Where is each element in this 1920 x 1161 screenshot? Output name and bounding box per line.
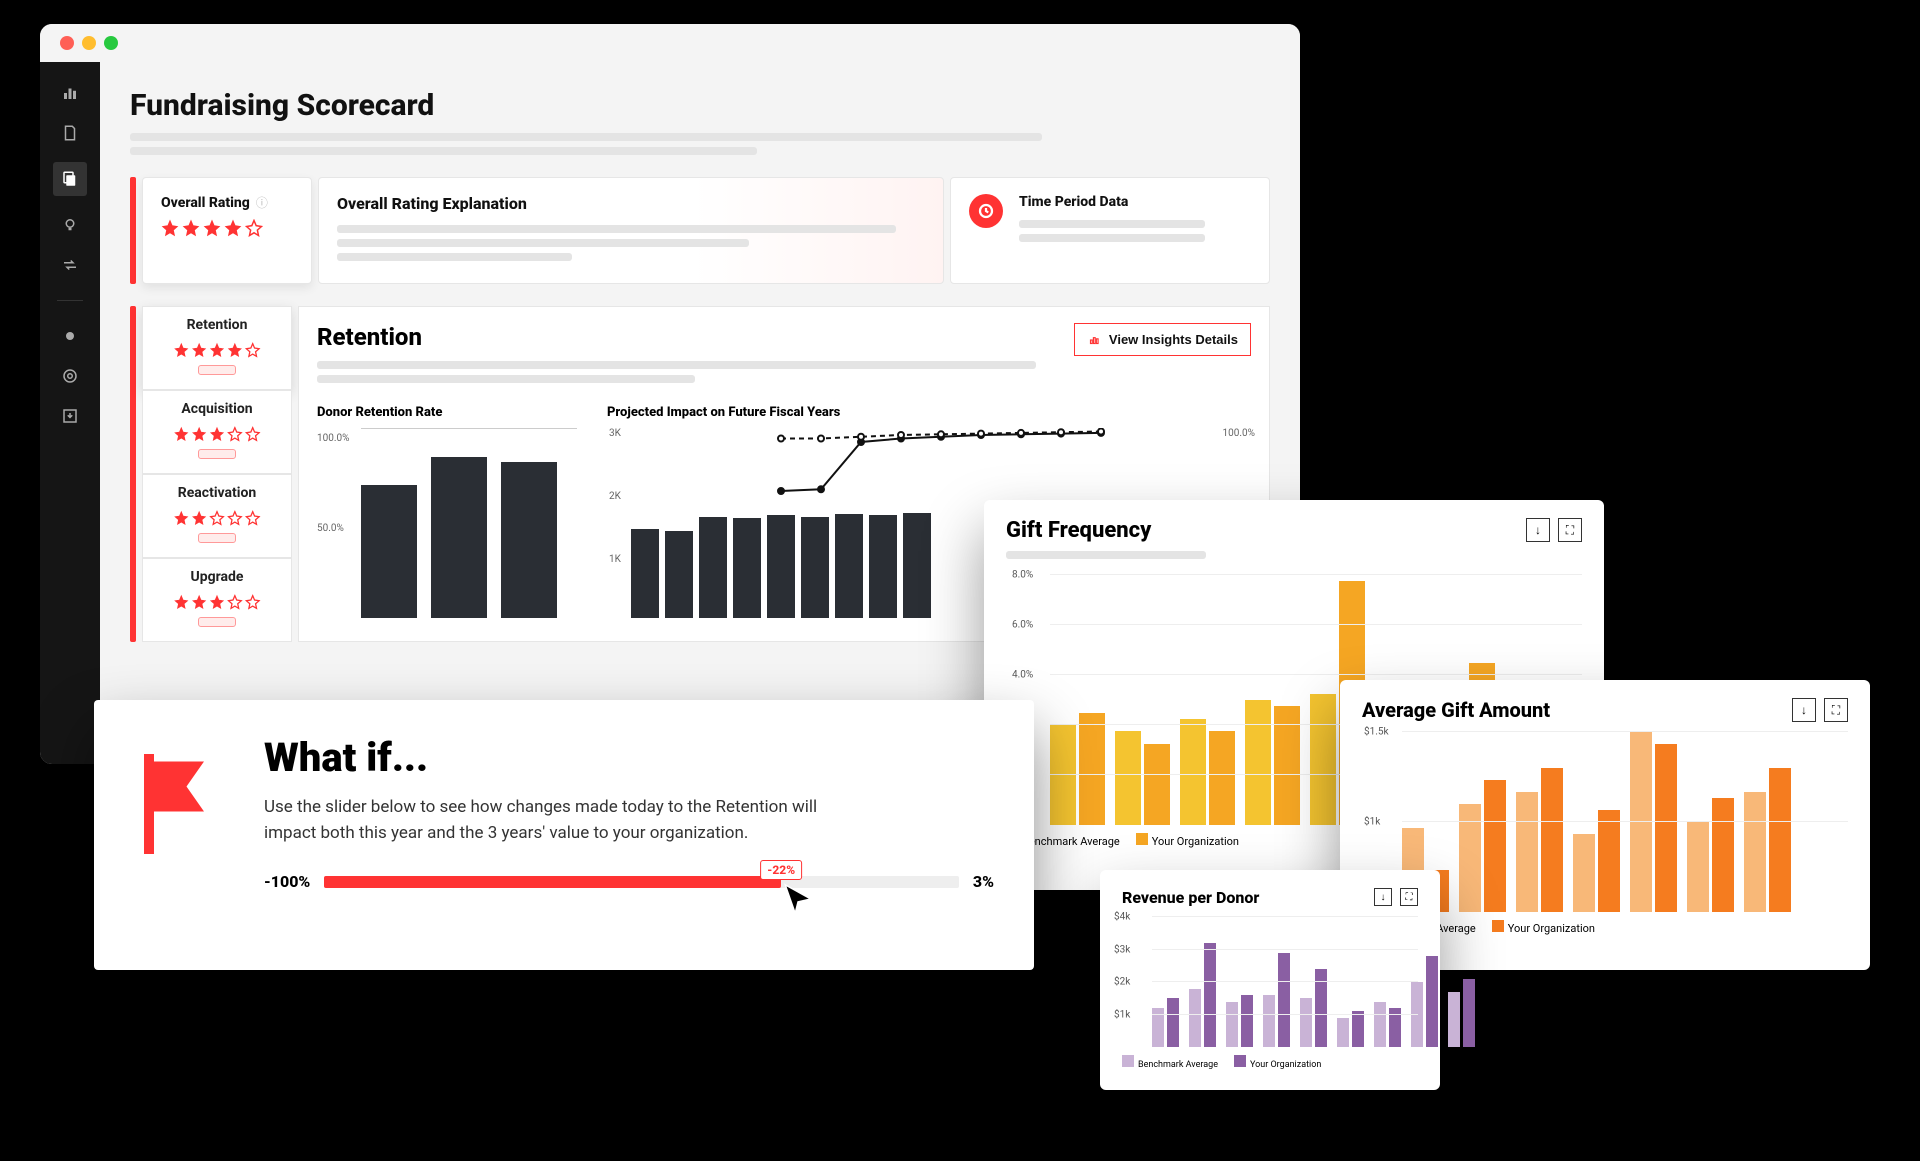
time-period-card: Time Period Data	[950, 177, 1270, 284]
info-icon[interactable]: ⓘ	[256, 194, 268, 211]
flag-icon	[134, 754, 224, 936]
projected-impact-title: Projected Impact on Future Fiscal Years	[607, 405, 1251, 420]
revenue-per-donor-panel: Revenue per Donor ↓ ⛶ $1k$2k$3k$4k Bench…	[1100, 870, 1440, 1090]
document-icon[interactable]	[59, 122, 81, 144]
metric-tab-retention[interactable]: Retention	[142, 306, 292, 390]
what-if-card: What if... Use the slider below to see h…	[94, 700, 1034, 970]
copy-icon[interactable]	[53, 162, 87, 196]
cursor-icon	[781, 882, 815, 916]
chart-icon	[1087, 333, 1101, 347]
maximize-window-icon[interactable]	[104, 36, 118, 50]
what-if-slider[interactable]: -22%	[324, 876, 959, 888]
what-if-body: Use the slider below to see how changes …	[264, 795, 824, 846]
donor-retention-chart: Donor Retention Rate 100.0% 50.0%	[317, 405, 577, 618]
page-title: Fundraising Scorecard	[130, 88, 1270, 123]
metric-tab-upgrade[interactable]: Upgrade	[142, 558, 292, 642]
metric-tab-acquisition[interactable]: Acquisition	[142, 390, 292, 474]
expand-icon[interactable]: ⛶	[1400, 888, 1418, 906]
overall-rating-label: Overall Rating	[161, 195, 250, 211]
slider-thumb[interactable]: -22%	[760, 860, 802, 880]
lightbulb-icon[interactable]	[59, 214, 81, 236]
close-window-icon[interactable]	[60, 36, 74, 50]
metric-tabs: RetentionAcquisitionReactivationUpgrade	[142, 306, 292, 642]
overall-rating-stars	[161, 219, 293, 237]
transfer-icon[interactable]	[59, 254, 81, 276]
avg-gift-title: Average Gift Amount	[1362, 698, 1550, 722]
bar-chart-icon[interactable]	[59, 82, 81, 104]
download-icon[interactable]: ↓	[1374, 888, 1392, 906]
download-icon[interactable]: ↓	[1526, 518, 1550, 542]
overall-rating-card: Overall Rating ⓘ	[142, 177, 312, 284]
overall-explanation-title: Overall Rating Explanation	[337, 194, 925, 213]
donor-retention-title: Donor Retention Rate	[317, 405, 577, 420]
window-traffic-lights	[40, 24, 1300, 62]
download-icon[interactable]: ↓	[1792, 698, 1816, 722]
expand-icon[interactable]: ⛶	[1558, 518, 1582, 542]
retention-title: Retention	[317, 323, 1074, 351]
view-insights-button[interactable]: View Insights Details	[1074, 323, 1251, 356]
download-box-icon[interactable]	[59, 405, 81, 427]
hint-icon[interactable]	[59, 325, 81, 347]
metric-tab-reactivation[interactable]: Reactivation	[142, 474, 292, 558]
gift-frequency-title: Gift Frequency	[1006, 518, 1206, 543]
slider-min-label: -100%	[264, 872, 310, 891]
what-if-title: What if...	[264, 734, 994, 781]
revenue-per-donor-title: Revenue per Donor	[1122, 888, 1259, 907]
slider-max-label: 3%	[973, 872, 994, 891]
clock-icon	[969, 194, 1003, 228]
expand-icon[interactable]: ⛶	[1824, 698, 1848, 722]
left-sidebar	[40, 62, 100, 764]
minimize-window-icon[interactable]	[82, 36, 96, 50]
time-period-title: Time Period Data	[1019, 194, 1251, 210]
overall-explanation-card: Overall Rating Explanation	[318, 177, 944, 284]
gear-icon[interactable]	[59, 365, 81, 387]
